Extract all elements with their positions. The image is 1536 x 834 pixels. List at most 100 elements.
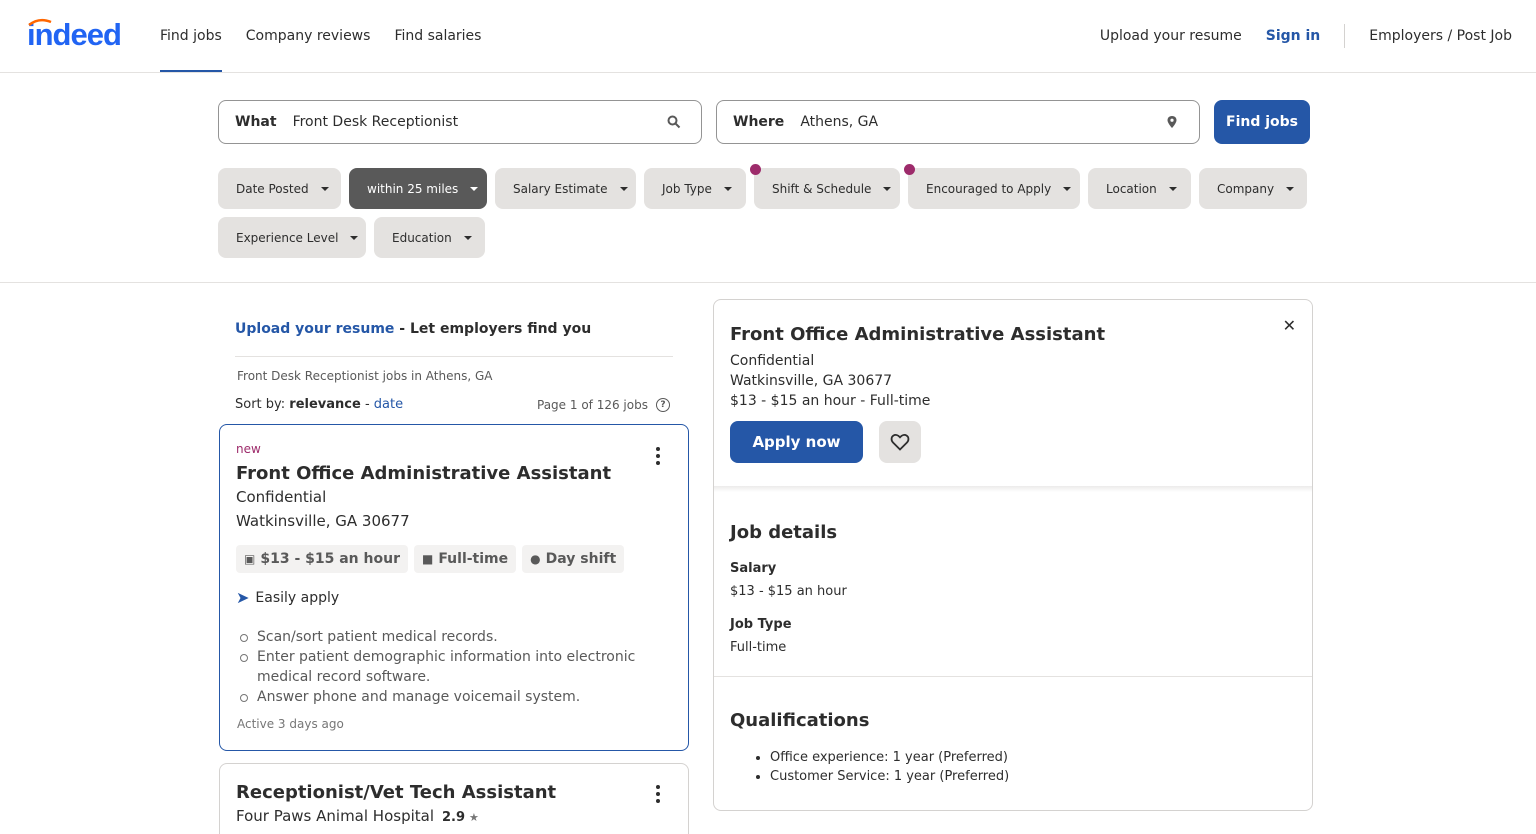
salary-tag: ▣ $13 - $15 an hour [236,545,408,573]
where-input[interactable]: Athens, GA [800,114,1165,130]
job-location: Watkinsville, GA 30677 [236,512,410,530]
indeed-logo[interactable]: indeed [27,18,133,52]
filter-label: Education [392,230,452,245]
filter-experience-level[interactable]: Experience Level [218,217,366,258]
section-divider [0,282,1536,283]
qualification-item: Office experience: 1 year (Preferred) [770,748,1009,767]
shift-tag: ● Day shift [522,545,625,573]
qualifications-list: Office experience: 1 year (Preferred) Cu… [770,748,1009,786]
sort-date-link[interactable]: date [374,397,403,412]
tag-text: Day shift [545,551,617,567]
job-type-value: Full-time [730,640,787,655]
filter-label: Date Posted [236,181,309,196]
location-pin-icon [1167,116,1177,128]
top-header: indeed Find jobs Company reviews Find sa… [0,0,1536,73]
caret-down-icon [723,186,732,191]
nav-find-salaries[interactable]: Find salaries [394,0,481,72]
job-card[interactable]: Receptionist/Vet Tech Assistant Four Paw… [219,763,689,834]
help-icon[interactable]: ? [655,398,670,412]
header-shadow [714,486,1312,492]
what-search-field[interactable]: What Front Desk Receptionist [218,100,702,144]
nav-find-jobs[interactable]: Find jobs [160,0,222,72]
company-name: Four Paws Animal Hospital 2.9 ★ [236,807,479,825]
filter-distance[interactable]: within 25 miles [349,168,487,209]
active-date: Active 3 days ago [237,717,344,731]
job-tags: ▣ $13 - $15 an hour ■ Full-time ● Day shift [236,545,630,573]
heart-icon [890,434,910,451]
close-icon[interactable]: ✕ [1283,316,1296,335]
filter-location[interactable]: Location [1088,168,1191,209]
sort-label: Sort by: [235,397,290,412]
nav-divider [1344,24,1346,48]
new-badge: new [236,442,261,456]
job-type-label: Job Type [730,617,792,632]
clock-icon: ● [530,552,541,566]
upload-resume-tagline: - Let employers find you [394,321,592,337]
caret-down-icon [350,235,359,240]
easily-apply: ➤ Easily apply [236,588,339,607]
detail-company: Confidential [730,353,815,369]
qualification-item: Customer Service: 1 year (Preferred) [770,767,1009,786]
caret-down-icon [883,186,892,191]
where-search-field[interactable]: Where Athens, GA [716,100,1200,144]
caret-down-icon [1063,186,1072,191]
filter-education[interactable]: Education [374,217,485,258]
sign-in-link[interactable]: Sign in [1266,28,1321,44]
sort-separator: - [360,397,374,412]
filter-label: Shift & Schedule [772,181,872,196]
snippet-item: Enter patient demographic information in… [240,647,660,687]
filter-label: Location [1106,181,1157,196]
new-filter-dot [750,164,761,175]
salary-label: Salary [730,561,777,576]
more-options-icon[interactable] [656,447,660,468]
save-job-button[interactable] [879,421,921,463]
filter-company[interactable]: Company [1199,168,1307,209]
money-icon: ▣ [244,552,256,566]
upload-resume-link[interactable]: Upload your resume [1100,28,1242,44]
results-heading: Front Desk Receptionist jobs in Athens, … [237,369,493,383]
new-filter-dot [904,164,915,175]
filter-salary-estimate[interactable]: Salary Estimate [495,168,636,209]
easily-apply-text: Easily apply [255,589,340,606]
filter-label: Job Type [662,181,712,196]
filter-shift-schedule[interactable]: Shift & Schedule [754,168,900,209]
search-icon [667,115,681,129]
job-snippet: Scan/sort patient medical records. Enter… [240,627,660,707]
caret-down-icon [320,186,329,191]
star-icon: ★ [469,811,479,824]
sort-by: Sort by: relevance - date [235,397,403,412]
page-count-text: Page 1 of 126 jobs [537,398,648,412]
job-type-tag: ■ Full-time [413,545,517,573]
tag-text: Full-time [438,551,509,567]
job-detail-pane: Front Office Administrative Assistant ✕ … [713,299,1313,811]
page-count: Page 1 of 126 jobs ? [537,398,670,412]
caret-down-icon [470,186,479,191]
employers-link[interactable]: Employers / Post Job [1369,28,1512,44]
upload-resume-link[interactable]: Upload your resume [235,321,394,337]
job-title[interactable]: Front Office Administrative Assistant [236,463,611,484]
apply-now-button[interactable]: Apply now [730,421,863,463]
svg-text:indeed: indeed [27,18,121,52]
nav-company-reviews[interactable]: Company reviews [246,0,371,72]
more-options-icon[interactable] [656,785,660,806]
snippet-item: Answer phone and manage voicemail system… [240,687,660,707]
divider [235,356,673,357]
filter-label: Experience Level [236,230,339,245]
company-rating: 2.9 [442,810,466,825]
what-input[interactable]: Front Desk Receptionist [293,114,667,130]
divider [714,676,1312,677]
sort-relevance: relevance [289,397,361,412]
upload-resume-banner: Upload your resume - Let employers find … [235,321,591,337]
job-title[interactable]: Receptionist/Vet Tech Assistant [236,782,556,803]
where-label: Where [733,114,785,130]
detail-location: Watkinsville, GA 30677 [730,373,893,389]
filter-encouraged-to-apply[interactable]: Encouraged to Apply [908,168,1080,209]
what-label: What [235,114,277,130]
job-card[interactable]: new Front Office Administrative Assistan… [219,424,689,751]
snippet-item: Scan/sort patient medical records. [240,627,660,647]
filter-date-posted[interactable]: Date Posted [218,168,341,209]
caret-down-icon [463,235,472,240]
find-jobs-button[interactable]: Find jobs [1214,100,1310,144]
salary-value: $13 - $15 an hour [730,584,847,599]
filter-job-type[interactable]: Job Type [644,168,746,209]
